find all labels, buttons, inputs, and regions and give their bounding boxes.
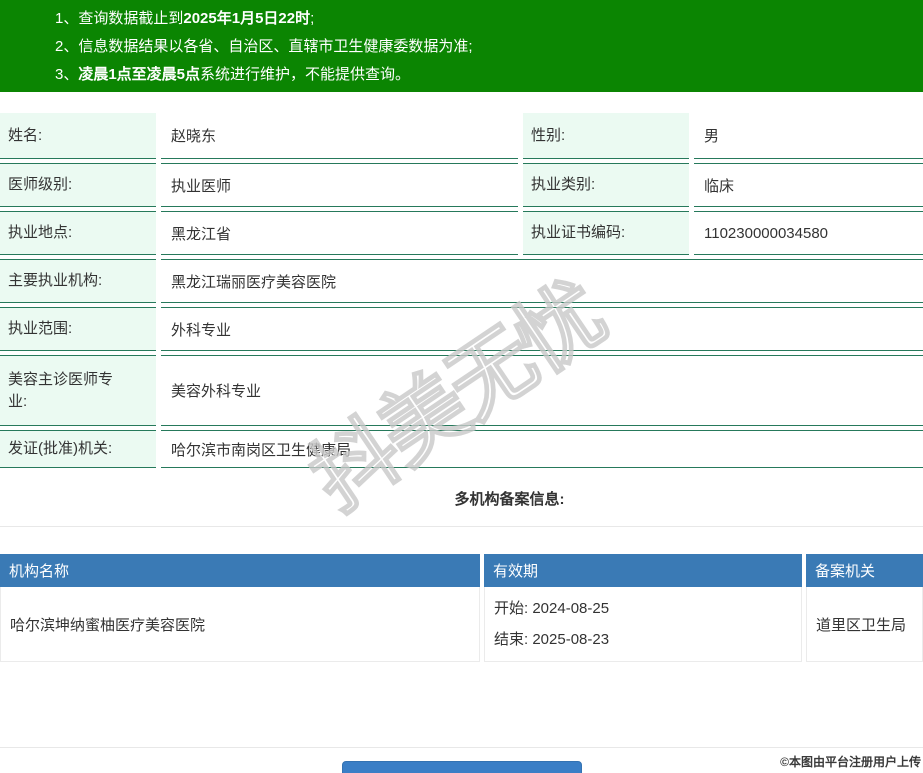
org-name-cell: 哈尔滨坤纳蜜柚医疗美容医院 [0,587,480,662]
copyright-watermark-text: ©本图由平台注册用户上传 [780,753,921,770]
practice-category-label: 执业类别: [523,163,689,207]
practice-scope-label: 执业范围: [0,307,156,351]
profile-row-cosmetic-specialty: 美容主诊医师专业: 美容外科专业 [0,355,923,426]
practitioner-profile-table: 姓名: 赵晓东 性别: 男 医师级别: 执业医师 执业类别: 临床 执业地点: … [0,113,923,468]
multi-institution-section-title: 多机构备案信息: [48,488,923,509]
table-row: 哈尔滨坤纳蜜柚医疗美容医院 开始: 2024-08-25 结束: 2025-08… [0,587,923,662]
profile-row-name-gender: 姓名: 赵晓东 性别: 男 [0,113,923,159]
certificate-number-label: 执业证书编码: [523,211,689,255]
practice-location-label: 执业地点: [0,211,156,255]
profile-row-location-certno: 执业地点: 黑龙江省 执业证书编码: 110230000034580 [0,211,923,255]
issuing-authority-value: 哈尔滨市南岗区卫生健康局 [161,430,923,468]
notice-bar: 1、查询数据截止到2025年1月5日22时; 2、信息数据结果以各省、自治区、直… [0,0,923,92]
notice-line-3: 3、凌晨1点至凌晨5点系统进行维护，不能提供查询。 [55,61,903,89]
validity-start: 开始: 2024-08-25 [494,593,792,624]
practice-location-value: 黑龙江省 [161,211,518,255]
section-divider [0,526,923,527]
cosmetic-specialty-value: 美容外科专业 [161,355,923,426]
validity-period-header: 有效期 [484,554,802,587]
practice-scope-value: 外科专业 [161,307,923,351]
registration-table: 机构名称 有效期 备案机关 哈尔滨坤纳蜜柚医疗美容医院 开始: 2024-08-… [0,554,923,662]
notice-line-2: 2、信息数据结果以各省、自治区、直辖市卫生健康委数据为准; [55,33,903,61]
issuing-authority-label: 发证(批准)机关: [0,430,156,468]
profile-row-issuing-authority: 发证(批准)机关: 哈尔滨市南岗区卫生健康局 [0,430,923,468]
name-value: 赵晓东 [161,113,518,159]
notice-line-1: 1、查询数据截止到2025年1月5日22时; [55,5,903,33]
name-label: 姓名: [0,113,156,159]
profile-row-level-category: 医师级别: 执业医师 执业类别: 临床 [0,163,923,207]
doctor-level-label: 医师级别: [0,163,156,207]
doctor-level-value: 执业医师 [161,163,518,207]
footer-divider [0,747,923,748]
registration-authority-cell: 道里区卫生局 [806,587,923,662]
gender-value: 男 [694,113,923,159]
cosmetic-specialty-label: 美容主诊医师专业: [0,355,156,426]
validity-end: 结束: 2025-08-23 [494,624,792,655]
registration-table-header: 机构名称 有效期 备案机关 [0,554,923,587]
main-institution-label: 主要执业机构: [0,259,156,303]
main-institution-value: 黑龙江瑞丽医疗美容医院 [161,259,923,303]
validity-period-cell: 开始: 2024-08-25 结束: 2025-08-23 [484,587,802,662]
gender-label: 性别: [523,113,689,159]
practice-category-value: 临床 [694,163,923,207]
registration-authority-header: 备案机关 [806,554,923,587]
profile-row-main-institution: 主要执业机构: 黑龙江瑞丽医疗美容医院 [0,259,923,303]
certificate-number-value: 110230000034580 [694,211,923,255]
license-query-result-page: 1、查询数据截止到2025年1月5日22时; 2、信息数据结果以各省、自治区、直… [0,0,923,773]
org-name-header: 机构名称 [0,554,480,587]
close-window-button[interactable]: 〖关闭窗口〗 [342,761,582,773]
profile-row-practice-scope: 执业范围: 外科专业 [0,307,923,351]
